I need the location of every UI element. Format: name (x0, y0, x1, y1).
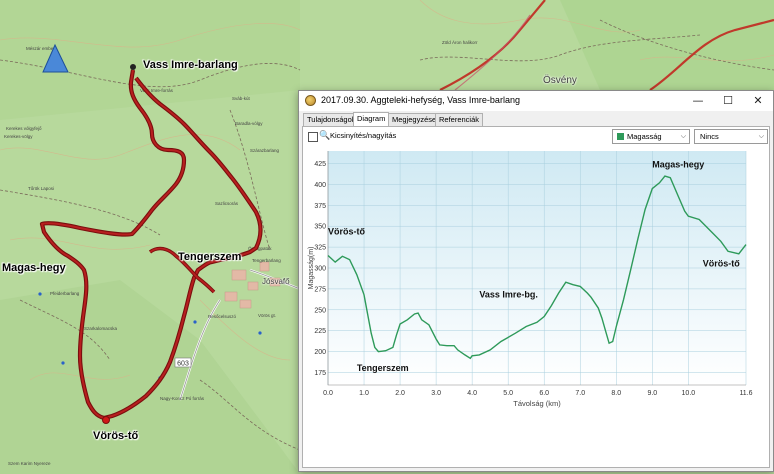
track-start-marker[interactable] (130, 64, 136, 70)
zoom-label: Kicsinyítés/nagyítás (330, 131, 397, 140)
map-label-magas-hegy[interactable]: Magas-hegy (2, 262, 66, 274)
y-tick-label: 325 (314, 245, 326, 252)
x-tick-label: 4.0 (467, 390, 477, 397)
y-tick-label: 275 (314, 286, 326, 293)
y-tick-label: 175 (314, 370, 326, 377)
y-axis-ticks: 175 200 225 250 275 300 325 350 375 400 425 (314, 161, 326, 377)
y-tick-label: 225 (314, 328, 326, 335)
diagram-panel: 🔍 Kicsinyítés/nagyítás Magasság ⌵ Nincs … (302, 126, 770, 468)
y-tick-label: 375 (314, 203, 326, 210)
x-axis-ticks: 0.0 1.0 2.0 3.0 4.0 5.0 6.0 7.0 8.0 9.0 10.0 11.6 (323, 390, 753, 397)
close-button[interactable]: ✕ (743, 91, 773, 111)
window-title: 2017.09.30. Aggteleki-hefység, Vass Imre… (321, 95, 520, 105)
svg-text:Mészár ember: Mészár ember (26, 46, 55, 51)
svg-text:Szárazbarlang: Szárazbarlang (250, 148, 280, 153)
zoom-checkbox[interactable] (308, 132, 318, 142)
x-tick-label: 6.0 (539, 390, 549, 397)
map-label-tengerszem[interactable]: Tengerszem (178, 251, 241, 263)
svg-text:Kerekes-völgy: Kerekes-völgy (4, 134, 33, 139)
tab-properties[interactable]: Tulajdonságok (303, 113, 360, 126)
app-icon (305, 95, 316, 106)
track-end-marker[interactable] (102, 416, 110, 424)
series-color-swatch (617, 133, 624, 140)
y-tick-label: 250 (314, 307, 326, 314)
window-titlebar[interactable]: 2017.09.30. Aggteleki-hefység, Vass Imre… (299, 91, 773, 111)
chart-annotation: Magas-hegy (652, 160, 704, 170)
x-tick-label: 9.0 (647, 390, 657, 397)
svg-text:Szem Karim Nyereze: Szem Karim Nyereze (8, 461, 51, 466)
chart-annotation: Tengerszem (357, 363, 409, 373)
svg-text:Sazlicsorás: Sazlicsorás (215, 201, 239, 206)
svg-text:Zöld Áron halikorr: Zöld Áron halikorr (442, 39, 478, 45)
map-label-josvafo: Jósvafő (262, 277, 290, 286)
x-tick-label: 5.0 (503, 390, 513, 397)
svg-text:Vörös gt.: Vörös gt. (258, 313, 276, 318)
map-label-vass-imre-barlang[interactable]: Vass Imre-barlang (143, 59, 238, 71)
minimize-button[interactable]: — (683, 91, 713, 111)
x-tick-label: 10.0 (682, 390, 696, 397)
svg-text:Tengerbarlang: Tengerbarlang (252, 258, 281, 263)
x-tick-label: 8.0 (611, 390, 621, 397)
y-axis-label: Magasság(m) (308, 247, 315, 290)
tab-references[interactable]: Referenciák (435, 113, 484, 126)
x-tick-label: 1.0 (359, 390, 369, 397)
map-label-voros-to[interactable]: Vörös-tő (93, 430, 138, 442)
chart-annotation: Vörös-tő (703, 258, 741, 268)
x-tick-label: 3.0 (431, 390, 441, 397)
x-tick-label: 7.0 (575, 390, 585, 397)
chevron-down-icon: ⌵ (680, 133, 686, 140)
maximize-button[interactable]: ☐ (713, 91, 743, 111)
svg-text:Kerekes vólgyfejő: Kerekes vólgyfejő (6, 126, 42, 131)
y-tick-label: 350 (314, 224, 326, 231)
road-number-label: 603 (177, 361, 189, 368)
svg-text:Baradla-vólgy: Baradla-vólgy (235, 121, 263, 126)
series-dropdown-value: Magasság (627, 132, 662, 141)
magnifier-icon: 🔍 (319, 131, 331, 141)
chart-annotation: Vass Imre-bg. (479, 289, 538, 299)
y-tick-label: 200 (314, 349, 326, 356)
second-dropdown-value: Nincs (700, 132, 719, 141)
x-tick-label: 11.6 (739, 390, 752, 397)
second-series-dropdown[interactable]: Nincs ⌵ (694, 129, 768, 144)
svg-text:Resőcelsuszó: Resőcelsuszó (208, 314, 237, 319)
y-tick-label: 300 (314, 266, 326, 273)
y-tick-label: 400 (314, 182, 326, 189)
chart-annotation: Vörös-tő (328, 227, 366, 237)
chevron-down-icon: ⌵ (758, 133, 764, 140)
x-axis-label: Távolság (km) (513, 399, 561, 408)
tab-diagram[interactable]: Diagram (353, 112, 390, 127)
series-dropdown[interactable]: Magasság ⌵ (612, 129, 690, 144)
svg-text:Tőrök Laposi: Tőrök Laposi (28, 186, 54, 191)
x-tick-label: 2.0 (395, 390, 405, 397)
y-tick-label: 425 (314, 161, 326, 168)
elevation-profile-window[interactable]: 2017.09.30. Aggteleki-hefység, Vass Imre… (298, 90, 774, 472)
svg-text:Nagy-Koncz Pó forrás: Nagy-Koncz Pó forrás (160, 396, 205, 401)
svg-text:Sváb-kút: Sváb-kút (232, 96, 251, 101)
svg-text:Pfeiderbarlang: Pfeiderbarlang (50, 291, 80, 296)
x-tick-label: 0.0 (323, 390, 333, 397)
svg-text:Szarkalomacska: Szarkalomacska (84, 326, 118, 331)
elevation-chart[interactable]: 175 200 225 250 275 300 325 350 375 400 425 0.0 1.0… (306, 145, 764, 461)
map-label-osveny: Ösvény (543, 75, 577, 86)
